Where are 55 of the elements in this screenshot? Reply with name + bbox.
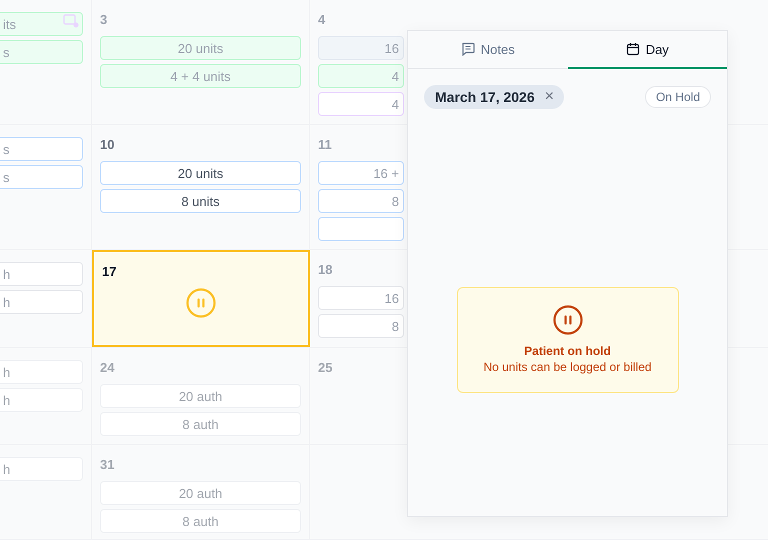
day-number: 31 — [100, 457, 114, 473]
message-icon — [460, 42, 475, 56]
unit-chip[interactable]: h — [0, 290, 83, 314]
notice-message: No units can be logged or billed — [483, 360, 652, 374]
unit-chip[interactable] — [318, 217, 404, 241]
unit-chip[interactable]: s — [0, 40, 83, 64]
day-cell[interactable]: 3 20 units 4 + 4 units — [92, 0, 310, 124]
day-number: 18 — [318, 262, 332, 278]
panel-tab[interactable]: Day — [568, 31, 727, 69]
unit-chip[interactable]: 20 auth — [100, 384, 301, 408]
unit-chip[interactable]: h — [0, 388, 83, 412]
day-number: 11 — [318, 137, 332, 153]
unit-chip[interactable]: 8 auth — [100, 412, 301, 436]
unit-chip[interactable]: s — [0, 137, 83, 161]
calendar-add-icon[interactable] — [63, 14, 79, 28]
day-cell[interactable]: 10 20 units 8 units — [92, 125, 310, 249]
day-cell[interactable]: 18 16 8 — [310, 250, 407, 347]
unit-chip[interactable]: s — [0, 165, 83, 189]
day-cell[interactable]: 24 20 auth 8 auth — [92, 348, 310, 444]
selected-day-cell[interactable]: 17 — [92, 250, 310, 347]
day-number: 4 — [318, 12, 326, 28]
unit-chip[interactable]: 4 — [318, 92, 404, 116]
day-cell[interactable]: 4 16 4 4 — [310, 0, 407, 124]
day-number: 10 — [100, 137, 114, 153]
close-button[interactable]: × — [544, 89, 554, 105]
unit-chip[interactable]: 16 + — [318, 161, 404, 185]
unit-chip[interactable]: 8 — [318, 314, 404, 338]
unit-chip[interactable]: 8 units — [100, 189, 301, 213]
notice-title: Patient on hold — [524, 344, 611, 358]
calendar-icon — [626, 42, 640, 56]
day-number: 25 — [318, 360, 332, 376]
unit-chip[interactable]: 4 — [318, 64, 404, 88]
status-badge: On Hold — [644, 86, 711, 108]
unit-chip[interactable]: 8 — [318, 189, 404, 213]
selected-date: March 17, 2026 — [435, 89, 535, 105]
unit-chip[interactable]: 16 — [318, 36, 404, 60]
pause-icon — [552, 305, 582, 335]
unit-chip[interactable]: 20 units — [100, 161, 301, 185]
day-cell[interactable]: 25 — [310, 348, 407, 444]
day-number: 24 — [100, 360, 114, 376]
unit-chip[interactable]: h — [0, 360, 83, 384]
pause-icon — [186, 288, 216, 318]
panel-tab[interactable]: Notes — [408, 31, 568, 69]
day-cell[interactable]: 11 16 + 8 — [310, 125, 407, 249]
unit-chip[interactable]: 20 units — [100, 36, 301, 60]
day-cell[interactable]: 31 20 auth 8 auth — [92, 445, 310, 539]
day-number: 17 — [102, 264, 116, 280]
unit-chip[interactable]: 8 auth — [100, 509, 301, 533]
unit-chip[interactable]: h — [0, 457, 83, 481]
day-number: 3 — [100, 12, 108, 28]
unit-chip[interactable]: 20 auth — [100, 481, 301, 505]
unit-chip[interactable]: its — [0, 12, 83, 36]
unit-chip[interactable]: h — [0, 262, 83, 286]
unit-chip[interactable]: 16 — [318, 286, 404, 310]
unit-chip[interactable]: 4 + 4 units — [100, 64, 301, 88]
